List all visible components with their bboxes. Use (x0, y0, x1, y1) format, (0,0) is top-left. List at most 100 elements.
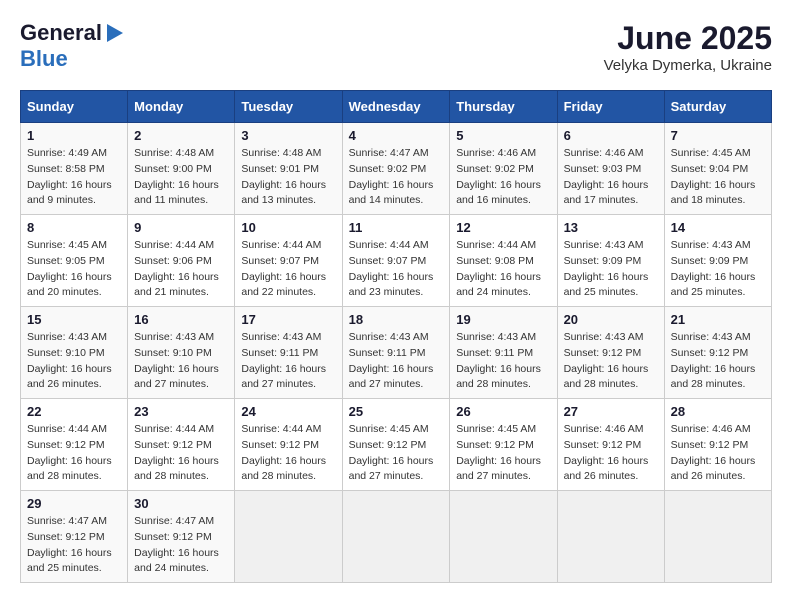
day-number: 26 (456, 404, 550, 419)
day-number: 29 (27, 496, 121, 511)
col-saturday: Saturday (664, 91, 771, 123)
calendar-cell (342, 491, 450, 583)
day-info: Sunrise: 4:47 AM Sunset: 9:12 PM Dayligh… (134, 514, 228, 577)
calendar-cell: 16 Sunrise: 4:43 AM Sunset: 9:10 PM Dayl… (128, 307, 235, 399)
col-sunday: Sunday (21, 91, 128, 123)
calendar-cell (557, 491, 664, 583)
calendar-cell: 23 Sunrise: 4:44 AM Sunset: 9:12 PM Dayl… (128, 399, 235, 491)
day-number: 28 (671, 404, 765, 419)
calendar-cell: 5 Sunrise: 4:46 AM Sunset: 9:02 PM Dayli… (450, 123, 557, 215)
day-info: Sunrise: 4:45 AM Sunset: 9:12 PM Dayligh… (349, 422, 444, 485)
calendar-cell: 20 Sunrise: 4:43 AM Sunset: 9:12 PM Dayl… (557, 307, 664, 399)
day-info: Sunrise: 4:49 AM Sunset: 8:58 PM Dayligh… (27, 146, 121, 209)
day-number: 9 (134, 220, 228, 235)
calendar-cell: 30 Sunrise: 4:47 AM Sunset: 9:12 PM Dayl… (128, 491, 235, 583)
day-info: Sunrise: 4:44 AM Sunset: 9:07 PM Dayligh… (241, 238, 335, 301)
day-number: 24 (241, 404, 335, 419)
calendar-cell (235, 491, 342, 583)
day-info: Sunrise: 4:45 AM Sunset: 9:05 PM Dayligh… (27, 238, 121, 301)
day-number: 6 (564, 128, 658, 143)
calendar-cell: 2 Sunrise: 4:48 AM Sunset: 9:00 PM Dayli… (128, 123, 235, 215)
day-info: Sunrise: 4:44 AM Sunset: 9:06 PM Dayligh… (134, 238, 228, 301)
day-number: 10 (241, 220, 335, 235)
calendar-cell: 11 Sunrise: 4:44 AM Sunset: 9:07 PM Dayl… (342, 215, 450, 307)
day-number: 11 (349, 220, 444, 235)
calendar-cell: 8 Sunrise: 4:45 AM Sunset: 9:05 PM Dayli… (21, 215, 128, 307)
day-number: 17 (241, 312, 335, 327)
calendar-cell: 9 Sunrise: 4:44 AM Sunset: 9:06 PM Dayli… (128, 215, 235, 307)
day-number: 27 (564, 404, 658, 419)
calendar-cell: 3 Sunrise: 4:48 AM Sunset: 9:01 PM Dayli… (235, 123, 342, 215)
calendar-header-row: Sunday Monday Tuesday Wednesday Thursday… (21, 91, 772, 123)
day-info: Sunrise: 4:44 AM Sunset: 9:07 PM Dayligh… (349, 238, 444, 301)
calendar-row: 8 Sunrise: 4:45 AM Sunset: 9:05 PM Dayli… (21, 215, 772, 307)
day-info: Sunrise: 4:43 AM Sunset: 9:11 PM Dayligh… (349, 330, 444, 393)
location-label: Velyka Dymerka, Ukraine (604, 57, 772, 74)
calendar-cell: 26 Sunrise: 4:45 AM Sunset: 9:12 PM Dayl… (450, 399, 557, 491)
day-number: 30 (134, 496, 228, 511)
day-number: 7 (671, 128, 765, 143)
calendar-cell: 7 Sunrise: 4:45 AM Sunset: 9:04 PM Dayli… (664, 123, 771, 215)
calendar-cell: 15 Sunrise: 4:43 AM Sunset: 9:10 PM Dayl… (21, 307, 128, 399)
calendar-cell: 25 Sunrise: 4:45 AM Sunset: 9:12 PM Dayl… (342, 399, 450, 491)
day-number: 20 (564, 312, 658, 327)
day-info: Sunrise: 4:43 AM Sunset: 9:11 PM Dayligh… (456, 330, 550, 393)
day-info: Sunrise: 4:44 AM Sunset: 9:08 PM Dayligh… (456, 238, 550, 301)
page-header: General Blue June 2025 Velyka Dymerka, U… (20, 20, 772, 74)
day-number: 2 (134, 128, 228, 143)
day-number: 13 (564, 220, 658, 235)
day-info: Sunrise: 4:43 AM Sunset: 9:09 PM Dayligh… (671, 238, 765, 301)
calendar-row: 15 Sunrise: 4:43 AM Sunset: 9:10 PM Dayl… (21, 307, 772, 399)
calendar-cell: 10 Sunrise: 4:44 AM Sunset: 9:07 PM Dayl… (235, 215, 342, 307)
logo-flag-icon (103, 22, 125, 44)
day-number: 25 (349, 404, 444, 419)
calendar-cell: 6 Sunrise: 4:46 AM Sunset: 9:03 PM Dayli… (557, 123, 664, 215)
calendar-cell: 19 Sunrise: 4:43 AM Sunset: 9:11 PM Dayl… (450, 307, 557, 399)
day-info: Sunrise: 4:47 AM Sunset: 9:02 PM Dayligh… (349, 146, 444, 209)
col-tuesday: Tuesday (235, 91, 342, 123)
day-info: Sunrise: 4:44 AM Sunset: 9:12 PM Dayligh… (241, 422, 335, 485)
title-block: June 2025 Velyka Dymerka, Ukraine (604, 20, 772, 74)
day-info: Sunrise: 4:48 AM Sunset: 9:00 PM Dayligh… (134, 146, 228, 209)
day-info: Sunrise: 4:47 AM Sunset: 9:12 PM Dayligh… (27, 514, 121, 577)
day-info: Sunrise: 4:43 AM Sunset: 9:12 PM Dayligh… (564, 330, 658, 393)
calendar-cell: 28 Sunrise: 4:46 AM Sunset: 9:12 PM Dayl… (664, 399, 771, 491)
day-number: 15 (27, 312, 121, 327)
calendar-row: 29 Sunrise: 4:47 AM Sunset: 9:12 PM Dayl… (21, 491, 772, 583)
logo-general-text: General (20, 20, 102, 46)
day-number: 12 (456, 220, 550, 235)
calendar-cell: 13 Sunrise: 4:43 AM Sunset: 9:09 PM Dayl… (557, 215, 664, 307)
day-info: Sunrise: 4:46 AM Sunset: 9:12 PM Dayligh… (671, 422, 765, 485)
logo: General Blue (20, 20, 126, 72)
calendar-cell (664, 491, 771, 583)
calendar-cell: 29 Sunrise: 4:47 AM Sunset: 9:12 PM Dayl… (21, 491, 128, 583)
col-thursday: Thursday (450, 91, 557, 123)
day-number: 19 (456, 312, 550, 327)
day-info: Sunrise: 4:44 AM Sunset: 9:12 PM Dayligh… (27, 422, 121, 485)
day-number: 14 (671, 220, 765, 235)
day-info: Sunrise: 4:46 AM Sunset: 9:03 PM Dayligh… (564, 146, 658, 209)
day-info: Sunrise: 4:45 AM Sunset: 9:04 PM Dayligh… (671, 146, 765, 209)
day-number: 8 (27, 220, 121, 235)
calendar-cell: 18 Sunrise: 4:43 AM Sunset: 9:11 PM Dayl… (342, 307, 450, 399)
calendar-cell: 24 Sunrise: 4:44 AM Sunset: 9:12 PM Dayl… (235, 399, 342, 491)
day-info: Sunrise: 4:43 AM Sunset: 9:09 PM Dayligh… (564, 238, 658, 301)
day-number: 4 (349, 128, 444, 143)
day-number: 21 (671, 312, 765, 327)
day-number: 3 (241, 128, 335, 143)
day-info: Sunrise: 4:44 AM Sunset: 9:12 PM Dayligh… (134, 422, 228, 485)
day-info: Sunrise: 4:43 AM Sunset: 9:12 PM Dayligh… (671, 330, 765, 393)
col-monday: Monday (128, 91, 235, 123)
calendar-row: 22 Sunrise: 4:44 AM Sunset: 9:12 PM Dayl… (21, 399, 772, 491)
calendar-table: Sunday Monday Tuesday Wednesday Thursday… (20, 90, 772, 583)
day-number: 1 (27, 128, 121, 143)
day-number: 16 (134, 312, 228, 327)
calendar-cell: 14 Sunrise: 4:43 AM Sunset: 9:09 PM Dayl… (664, 215, 771, 307)
calendar-cell (450, 491, 557, 583)
day-info: Sunrise: 4:43 AM Sunset: 9:10 PM Dayligh… (134, 330, 228, 393)
day-info: Sunrise: 4:46 AM Sunset: 9:12 PM Dayligh… (564, 422, 658, 485)
day-number: 18 (349, 312, 444, 327)
calendar-cell: 21 Sunrise: 4:43 AM Sunset: 9:12 PM Dayl… (664, 307, 771, 399)
calendar-cell: 17 Sunrise: 4:43 AM Sunset: 9:11 PM Dayl… (235, 307, 342, 399)
day-info: Sunrise: 4:45 AM Sunset: 9:12 PM Dayligh… (456, 422, 550, 485)
